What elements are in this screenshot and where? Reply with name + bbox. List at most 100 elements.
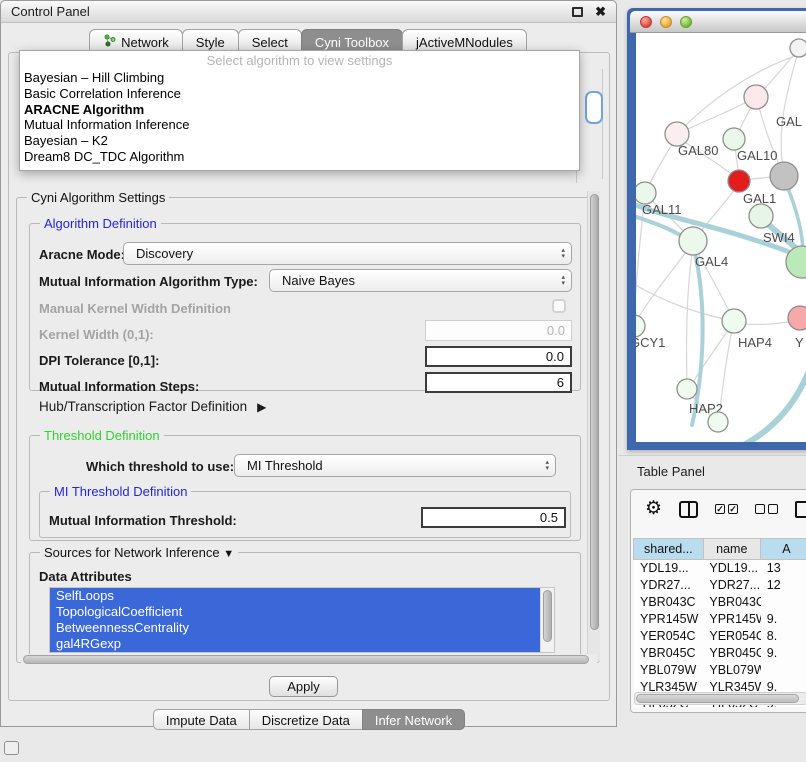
hub-definition-expander[interactable]: Hub/Transcription Factor Definition▶	[39, 399, 266, 414]
tab-discretize-data[interactable]: Discretize Data	[249, 709, 363, 730]
minimize-traffic-light[interactable]	[660, 16, 672, 28]
which-threshold-combo[interactable]: MI Threshold ▴▾	[234, 454, 556, 477]
tab-jactivemnodules[interactable]: jActiveMNodules	[402, 29, 527, 52]
table-body: YDL19...YDL19...13YDR27...YDR27...12YBR0…	[634, 560, 806, 707]
popup-placeholder: Select algorithm to view settings	[20, 53, 579, 70]
network-node[interactable]	[770, 162, 798, 190]
mi-type-combo[interactable]: Naive Bayes ▴▾	[269, 269, 572, 292]
attribute-item-topologicalcoefficient[interactable]: TopologicalCoefficient	[50, 604, 540, 620]
network-node-hap4[interactable]	[722, 309, 746, 333]
manual-kernel-checkbox[interactable]	[552, 299, 566, 313]
popup-item-mutual-information-inference[interactable]: Mutual Information Inference	[20, 117, 579, 133]
network-edge[interactable]	[687, 246, 693, 386]
table-row[interactable]: YBR043CYBR043C	[634, 594, 806, 611]
deselect-all-checks-icon[interactable]	[755, 504, 778, 514]
column-header-shared[interactable]: shared...	[633, 538, 704, 560]
network-node-gal[interactable]	[744, 85, 768, 109]
tab-cyni-toolbox[interactable]: Cyni Toolbox	[301, 29, 403, 52]
table-row[interactable]: YBL079WYBL079W	[634, 662, 806, 679]
network-node-gal10[interactable]	[723, 128, 745, 150]
spinner-arrows-icon: ▴▾	[545, 460, 549, 472]
network-node-hap2[interactable]	[677, 379, 697, 399]
attribute-item-gal4rgexp[interactable]: gal4RGexp	[50, 636, 540, 652]
settings-group-title: Cyni Algorithm Settings	[27, 190, 169, 205]
scrollbar-thumb[interactable]	[636, 694, 799, 703]
kernel-width-field[interactable]: 0.0	[425, 320, 572, 341]
table-row[interactable]: YBR045CYBR045C9.	[634, 645, 806, 662]
settings-vertical-scrollbar[interactable]	[587, 191, 600, 661]
network-node-gal4[interactable]	[679, 227, 707, 255]
aracne-mode-combo[interactable]: Discovery ▴▾	[123, 242, 572, 265]
apply-button[interactable]: Apply	[269, 676, 338, 697]
network-edge-highlight[interactable]	[716, 373, 806, 442]
document-icon[interactable]	[795, 501, 806, 518]
network-node[interactable]	[708, 412, 728, 432]
close-icon[interactable]: ✖	[595, 7, 606, 17]
network-node-gcy1[interactable]	[636, 315, 645, 337]
network-edge[interactable]	[690, 323, 733, 387]
popup-item-dream8-dc-tdc-algorithm[interactable]: Dream8 DC_TDC Algorithm	[20, 149, 579, 165]
columns-icon[interactable]	[679, 501, 698, 518]
network-node-gal11[interactable]	[636, 182, 656, 204]
data-attributes-list: SelfLoopsTopologicalCoefficientBetweenne…	[49, 587, 555, 653]
table-cell: YBR045C	[634, 645, 703, 662]
popup-item-basic-correlation-inference[interactable]: Basic Correlation Inference	[20, 86, 579, 102]
table-cell: 12	[761, 577, 806, 594]
scrollbar-thumb[interactable]	[23, 655, 589, 664]
tab-label: jActiveMNodules	[416, 35, 513, 50]
network-graph: GALGAL80GAL10GAL1GAL11SWI4GAL4GCY1HAP4YH…	[636, 33, 806, 442]
float-icon[interactable]	[572, 7, 583, 17]
panel-grip-icon[interactable]	[4, 741, 19, 755]
column-header-a[interactable]: A	[760, 538, 806, 560]
network-canvas[interactable]: GALGAL80GAL10GAL1GAL11SWI4GAL4GCY1HAP4YH…	[636, 33, 806, 442]
attribute-item-selfloops[interactable]: SelfLoops	[50, 588, 540, 604]
table-row[interactable]: YPR145WYPR145W9.	[634, 611, 806, 628]
table-cell: YER054C	[634, 628, 703, 645]
table-cell: YDL19...	[703, 560, 760, 577]
aracne-mode-value: Discovery	[136, 246, 561, 261]
divider	[618, 455, 806, 456]
expander-expanded-icon: ▼	[223, 548, 234, 560]
popup-item-bayesian-k2[interactable]: Bayesian – K2	[20, 133, 579, 149]
popup-item-aracne-algorithm[interactable]: ARACNE Algorithm	[20, 102, 579, 118]
data-attributes-label: Data Attributes	[39, 569, 132, 584]
table-cell: YBR045C	[703, 645, 760, 662]
tab-network[interactable]: Network	[89, 29, 183, 52]
network-node-gal1[interactable]	[728, 170, 750, 192]
tab-impute-data[interactable]: Impute Data	[153, 709, 250, 730]
mi-threshold-field[interactable]: 0.5	[421, 507, 566, 528]
mi-steps-field[interactable]: 6	[425, 372, 572, 393]
network-node-y[interactable]	[788, 306, 806, 330]
algorithm-combo-fragment[interactable]	[585, 91, 603, 124]
select-all-checks-icon[interactable]: ✓✓	[715, 504, 738, 514]
node-label: GAL10	[737, 148, 777, 163]
network-node-swi4[interactable]	[749, 204, 773, 228]
table-row[interactable]: YDR27...YDR27...12	[634, 577, 806, 594]
attribute-item-betweennesscentrality[interactable]: BetweennessCentrality	[50, 620, 540, 636]
zoom-traffic-light[interactable]	[680, 16, 692, 28]
network-edge[interactable]	[636, 244, 692, 323]
scrollbar-thumb[interactable]	[543, 590, 552, 642]
gear-icon[interactable]: ⚙	[645, 499, 662, 519]
network-window-titlebar[interactable]	[630, 11, 806, 33]
dpi-tolerance-field[interactable]: 0.0	[425, 346, 572, 367]
column-header-name[interactable]: name	[703, 538, 761, 560]
table-cell: YBR043C	[634, 594, 703, 611]
table-horizontal-scrollbar[interactable]	[634, 692, 806, 705]
mi-threshold-label: Mutual Information Threshold:	[49, 513, 237, 528]
list-vertical-scrollbar[interactable]	[540, 588, 554, 652]
tab-style[interactable]: Style	[182, 29, 239, 52]
tab-infer-network[interactable]: Infer Network	[362, 709, 465, 730]
network-edge[interactable]	[636, 283, 733, 321]
mi-steps-label: Mutual Information Steps:	[39, 379, 199, 394]
close-traffic-light[interactable]	[640, 16, 652, 28]
scrollbar-thumb[interactable]	[590, 194, 599, 630]
network-view-window: GALGAL80GAL10GAL1GAL11SWI4GAL4GCY1HAP4YH…	[627, 8, 806, 450]
table-row[interactable]: YDL19...YDL19...13	[634, 560, 806, 577]
sources-group-title: Sources for Network Inference ▼	[40, 545, 238, 560]
settings-horizontal-scrollbar[interactable]	[21, 654, 597, 666]
popup-item-bayesian-hill-climbing[interactable]: Bayesian – Hill Climbing	[20, 70, 579, 86]
table-row[interactable]: YER054CYER054C8.	[634, 628, 806, 645]
tab-select[interactable]: Select	[238, 29, 302, 52]
network-node[interactable]	[790, 39, 806, 57]
